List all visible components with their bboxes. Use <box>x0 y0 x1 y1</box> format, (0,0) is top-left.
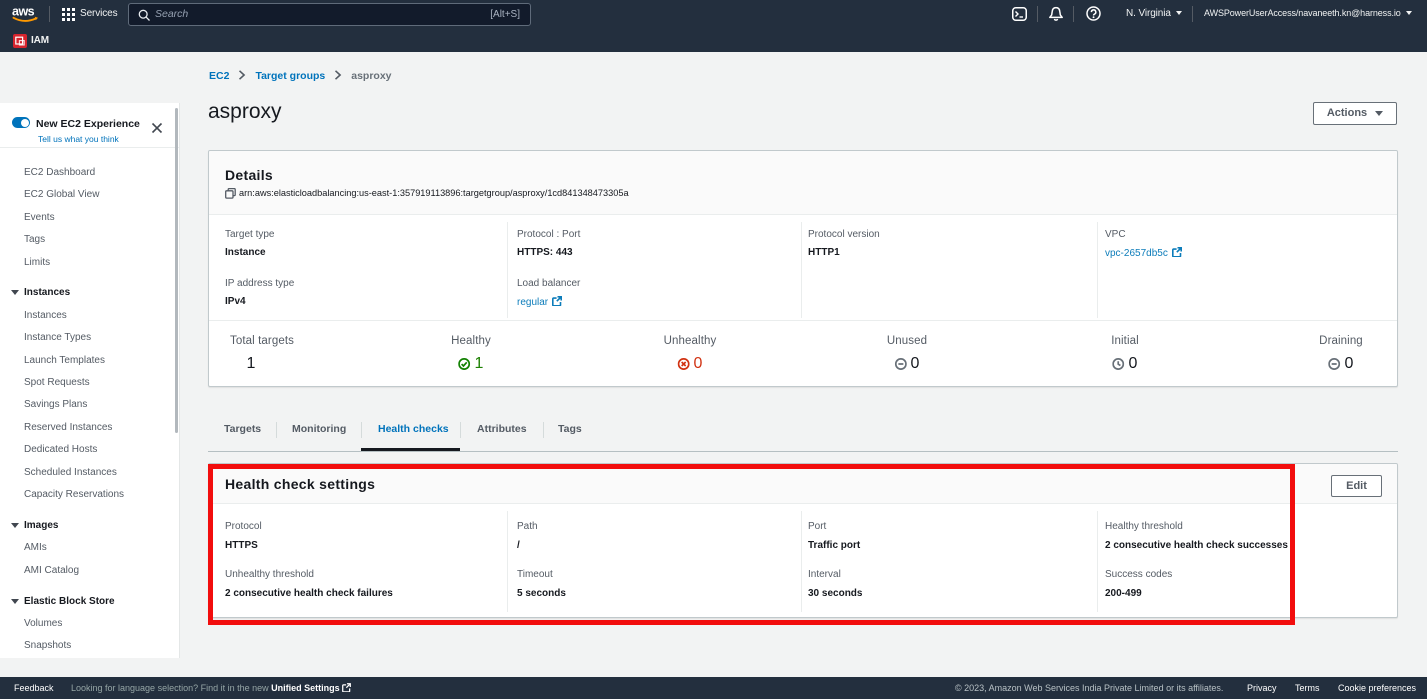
svg-text:aws: aws <box>12 5 35 19</box>
